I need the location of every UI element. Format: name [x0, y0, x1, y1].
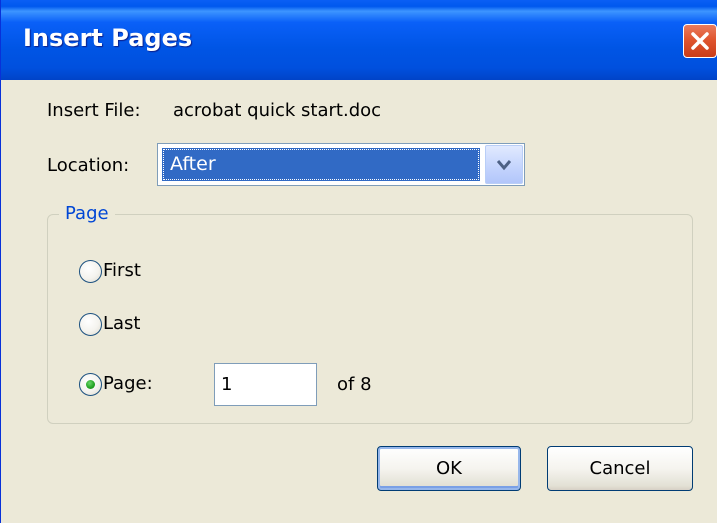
radio-page-label[interactable]: Page: [103, 373, 153, 394]
location-selected-value: After [162, 148, 480, 181]
radio-first-label[interactable]: First [103, 260, 141, 281]
location-label: Location: [47, 155, 130, 176]
insert-file-label: Insert File: [47, 100, 141, 121]
page-number-input[interactable] [214, 363, 317, 406]
radio-first[interactable] [79, 260, 102, 283]
page-count-label: of 8 [337, 374, 372, 395]
radio-last[interactable] [79, 313, 102, 336]
location-dropdown-button[interactable] [485, 145, 523, 184]
radio-page[interactable] [79, 373, 102, 396]
chevron-down-icon [497, 160, 511, 171]
insert-file-value: acrobat quick start.doc [173, 100, 382, 121]
page-group-label: Page [59, 203, 115, 224]
title-bar[interactable]: Insert Pages [1, 0, 717, 80]
insert-pages-dialog: Insert Pages Insert File: acrobat quick … [0, 0, 717, 523]
location-select[interactable]: After [157, 143, 525, 186]
ok-button[interactable]: OK [377, 446, 521, 491]
close-icon [691, 32, 709, 50]
cancel-button[interactable]: Cancel [547, 446, 693, 491]
close-button[interactable] [683, 24, 717, 58]
window-title: Insert Pages [23, 24, 193, 52]
radio-last-label[interactable]: Last [103, 313, 141, 334]
radio-selected-dot [86, 380, 95, 389]
